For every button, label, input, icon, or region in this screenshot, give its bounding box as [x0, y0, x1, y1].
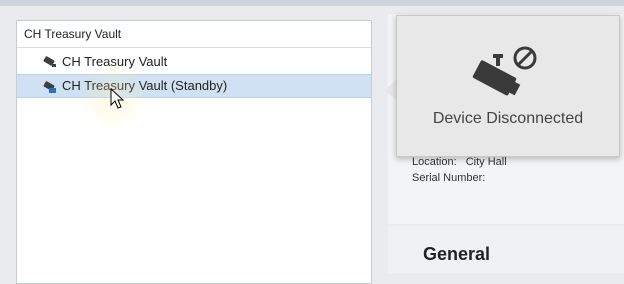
serial-number-label: Serial Number: — [412, 172, 486, 184]
top-bar — [0, 0, 624, 6]
tree-item-ch-treasury-vault[interactable]: CH Treasury Vault — [17, 50, 371, 74]
device-status-popup: Device Disconnected — [396, 15, 620, 157]
popup-pointer — [384, 80, 396, 100]
location-row: Location: City Hall — [412, 156, 507, 168]
mouse-cursor-icon — [110, 88, 125, 109]
tree-header: CH Treasury Vault — [17, 21, 371, 48]
location-label: Location: — [412, 156, 457, 168]
location-value: City Hall — [465, 156, 507, 168]
general-section-title: General — [423, 244, 491, 264]
device-disconnected-text: Device Disconnected — [432, 110, 584, 127]
camera-standby-icon — [43, 81, 56, 93]
tree-item-ch-treasury-vault-standby[interactable]: CH Treasury Vault (Standby) — [17, 74, 371, 98]
camera-icon — [43, 56, 56, 67]
camera-disconnected-icon — [472, 46, 537, 96]
device-tree-panel: CH Treasury Vault CH Treasury Vault CH T… — [16, 20, 372, 284]
serial-number-row: Serial Number: — [412, 172, 491, 184]
